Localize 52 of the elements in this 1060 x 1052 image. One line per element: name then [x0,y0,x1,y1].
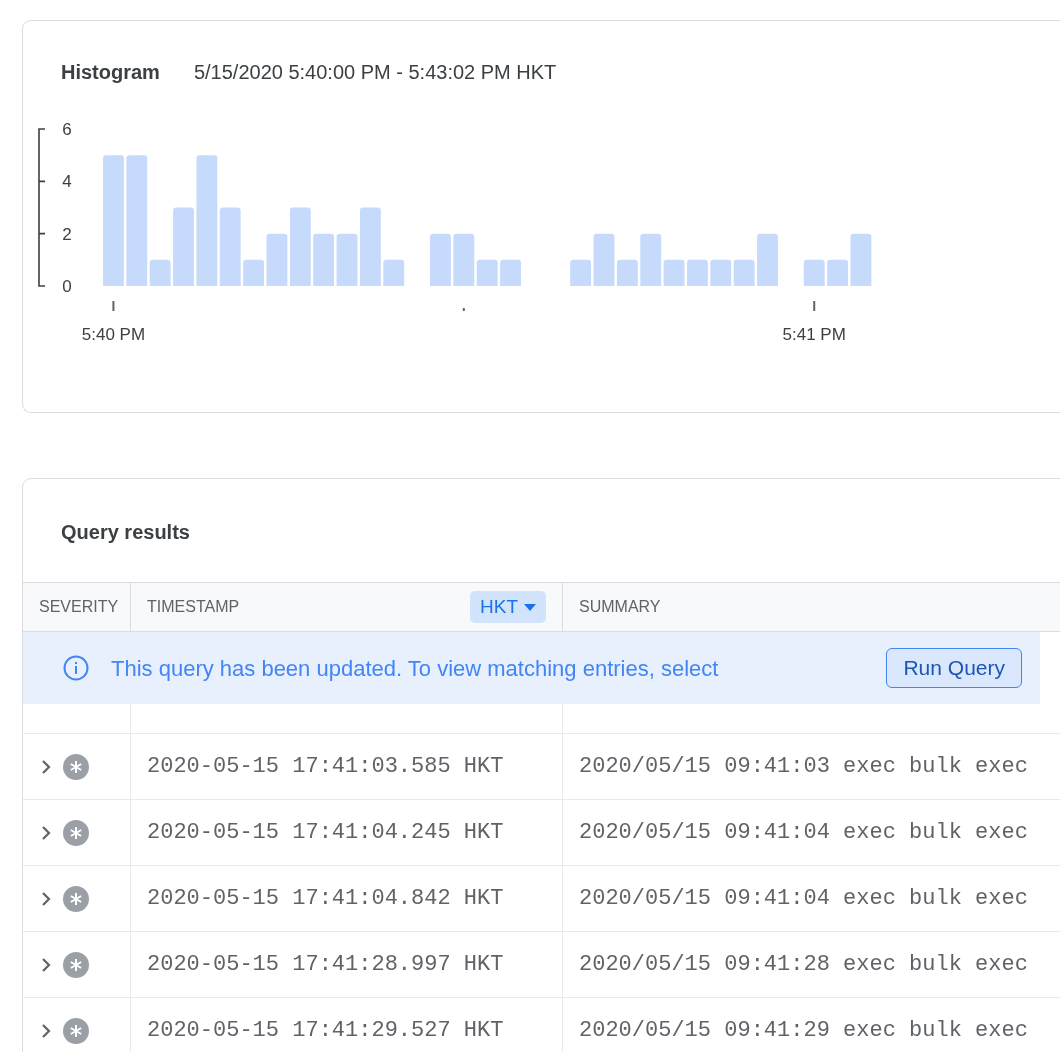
table-cell-text: 2020/05/15 09:41:28 exec bulk exec [579,951,1028,979]
column-header: SUMMARY [579,597,661,617]
timezone-dropdown[interactable]: HKT [470,590,546,624]
axis-label: 2 [62,224,72,244]
table-cell-text: 2020/05/15 09:41:29 exec bulk exec [579,1017,1028,1045]
time-range: 5/15/2020 5:40:00 PM - 5:43:02 PM HKT [193,60,557,85]
histogram-bar [383,259,405,286]
table-cell-text: 2020/05/15 09:41:03 exec bulk exec [579,753,1028,781]
caret-icon [524,603,536,611]
expand-chevron-icon[interactable] [41,956,51,973]
histogram-bar [430,233,451,286]
histogram-bar [243,259,264,286]
table-cell-text: 2020-05-15 17:41:04.245 HKT [147,819,504,847]
histogram-bar [803,259,825,286]
column-header: TIMESTAMP [147,597,240,617]
axis-label: 5:40 PM [81,325,146,344]
table-cell-text: 2020-05-15 17:41:03.585 HKT [147,753,504,781]
expand-chevron-icon[interactable] [41,758,51,775]
info-icon [63,655,89,681]
banner-message: This query has been updated. To view matching entries, select [111,654,719,683]
axis-label: 0 [62,277,72,296]
histogram-bar [757,233,778,286]
run-query-button[interactable]: Run Query [886,648,1022,688]
histogram-bar [313,233,335,286]
tick-mark [462,308,465,311]
histogram-bar [850,233,872,286]
tick-mark [813,301,816,311]
asterisk-icon [63,885,89,912]
asterisk-icon [63,753,89,780]
tick-mark [112,301,115,311]
table-cell-text: 2020-05-15 17:41:29.527 HKT [147,1017,504,1045]
histogram-bar [500,259,521,286]
histogram-bar [827,259,848,286]
expand-chevron-icon[interactable] [41,1022,51,1039]
expand-chevron-icon[interactable] [41,824,51,841]
histogram-bar [687,259,708,286]
table-cell-text: 2020/05/15 09:41:04 exec bulk exec [579,819,1028,847]
histogram-bar [733,259,755,286]
card-title: Histogram [61,60,160,85]
asterisk-icon [63,819,89,846]
table-cell-text: 2020-05-15 17:41:28.997 HKT [147,951,504,979]
expand-chevron-icon[interactable] [41,890,51,907]
table-cell-text: 2020-05-15 17:41:04.842 HKT [147,885,504,913]
asterisk-icon [63,951,89,978]
axis-label: 6 [62,120,72,139]
axis-label: 5:41 PM [782,325,846,344]
column-header: SEVERITY [39,597,119,617]
axis-label: 4 [62,172,72,192]
table-cell-text: 2020/05/15 09:41:04 exec bulk exec [579,885,1028,913]
card-title: Query results [61,521,190,543]
histogram-bar [710,259,732,286]
asterisk-icon [63,1017,89,1044]
